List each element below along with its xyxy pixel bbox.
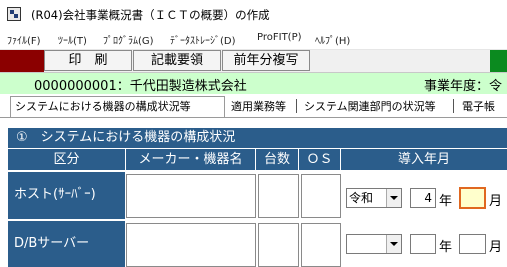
maker-input[interactable] <box>126 223 256 267</box>
tab-separator <box>296 99 297 113</box>
count-input[interactable] <box>258 174 299 218</box>
month-unit-label: 月 <box>489 194 503 209</box>
month-input[interactable] <box>459 234 486 254</box>
toolbar: 印 刷 記載要領 前年分複写 <box>0 50 507 73</box>
month-unit-label: 月 <box>489 240 503 255</box>
menu-profit[interactable]: ProFIT(P) <box>257 32 302 43</box>
era-select[interactable]: 令和 <box>346 188 402 208</box>
toolbar-red-block <box>0 50 44 72</box>
tab-strip: システムにおける機器の構成状況等 適用業務等 システム関連部門の状況等 電子帳 <box>0 95 507 118</box>
row-label-db-server: D/Bサーバー <box>8 220 125 267</box>
count-input[interactable] <box>258 223 299 267</box>
print-button[interactable]: 印 刷 <box>44 50 132 71</box>
window-title: (R04)会社事業概況書（ＩＣＴの概要）の作成 <box>31 8 270 22</box>
column-header-category: 区分 <box>8 149 126 170</box>
tab-system-departments[interactable]: システム関連部門の状況等 <box>300 97 440 116</box>
guide-button[interactable]: 記載要領 <box>133 50 221 71</box>
os-input[interactable] <box>301 223 341 267</box>
os-input[interactable] <box>301 174 341 218</box>
toolbar-green-block <box>490 50 507 72</box>
month-input[interactable] <box>459 187 486 209</box>
year-input[interactable]: 4 <box>410 188 436 208</box>
era-select-value: 令和 <box>349 191 374 205</box>
column-header-intro-date: 導入年月 <box>341 149 507 170</box>
section-title: ① システムにおける機器の構成状況 <box>8 128 507 148</box>
year-unit-label: 年 <box>439 240 453 255</box>
chevron-down-icon[interactable] <box>386 189 401 207</box>
row-label-host-server: ホスト(ｻｰﾊﾞｰ) <box>8 171 125 219</box>
menu-tools[interactable]: ﾂｰﾙ(T) <box>58 32 87 47</box>
year-input[interactable] <box>410 234 436 254</box>
title-bar: (R04)会社事業概況書（ＩＣＴの概要）の作成 <box>0 0 507 28</box>
tab-separator <box>453 99 454 113</box>
menu-help[interactable]: ﾍﾙﾌﾟ(H) <box>315 32 350 47</box>
menu-program[interactable]: ﾌﾟﾛｸﾞﾗﾑ(G) <box>103 32 154 47</box>
chevron-down-icon[interactable] <box>386 235 401 253</box>
column-header-count: 台数 <box>256 149 299 170</box>
menu-bar: ﾌｧｲﾙ(F) ﾂｰﾙ(T) ﾌﾟﾛｸﾞﾗﾑ(G) ﾃﾞｰﾀｽﾄﾚｰｼﾞ(D) … <box>0 28 507 50</box>
fiscal-year-label: 事業年度：令 <box>424 79 503 94</box>
company-name: 0000000001：千代田製造株式会社 <box>34 79 247 94</box>
menu-data-storage[interactable]: ﾃﾞｰﾀｽﾄﾚｰｼﾞ(D) <box>170 32 236 47</box>
tab-electronic-books[interactable]: 電子帳 <box>458 97 499 116</box>
column-header-os: ＯＳ <box>299 149 341 170</box>
tab-applied-business[interactable]: 適用業務等 <box>227 97 290 116</box>
company-info-bar: 0000000001：千代田製造株式会社 事業年度：令 <box>0 73 507 94</box>
menu-file[interactable]: ﾌｧｲﾙ(F) <box>7 32 41 47</box>
tab-equipment-config[interactable]: システムにおける機器の構成状況等 <box>10 96 225 117</box>
era-select[interactable] <box>346 234 402 254</box>
copy-previous-year-button[interactable]: 前年分複写 <box>222 50 310 71</box>
maker-input[interactable] <box>126 174 256 218</box>
column-header-maker: メーカー・機器名 <box>126 149 256 170</box>
year-unit-label: 年 <box>439 194 453 209</box>
app-icon <box>7 7 21 21</box>
